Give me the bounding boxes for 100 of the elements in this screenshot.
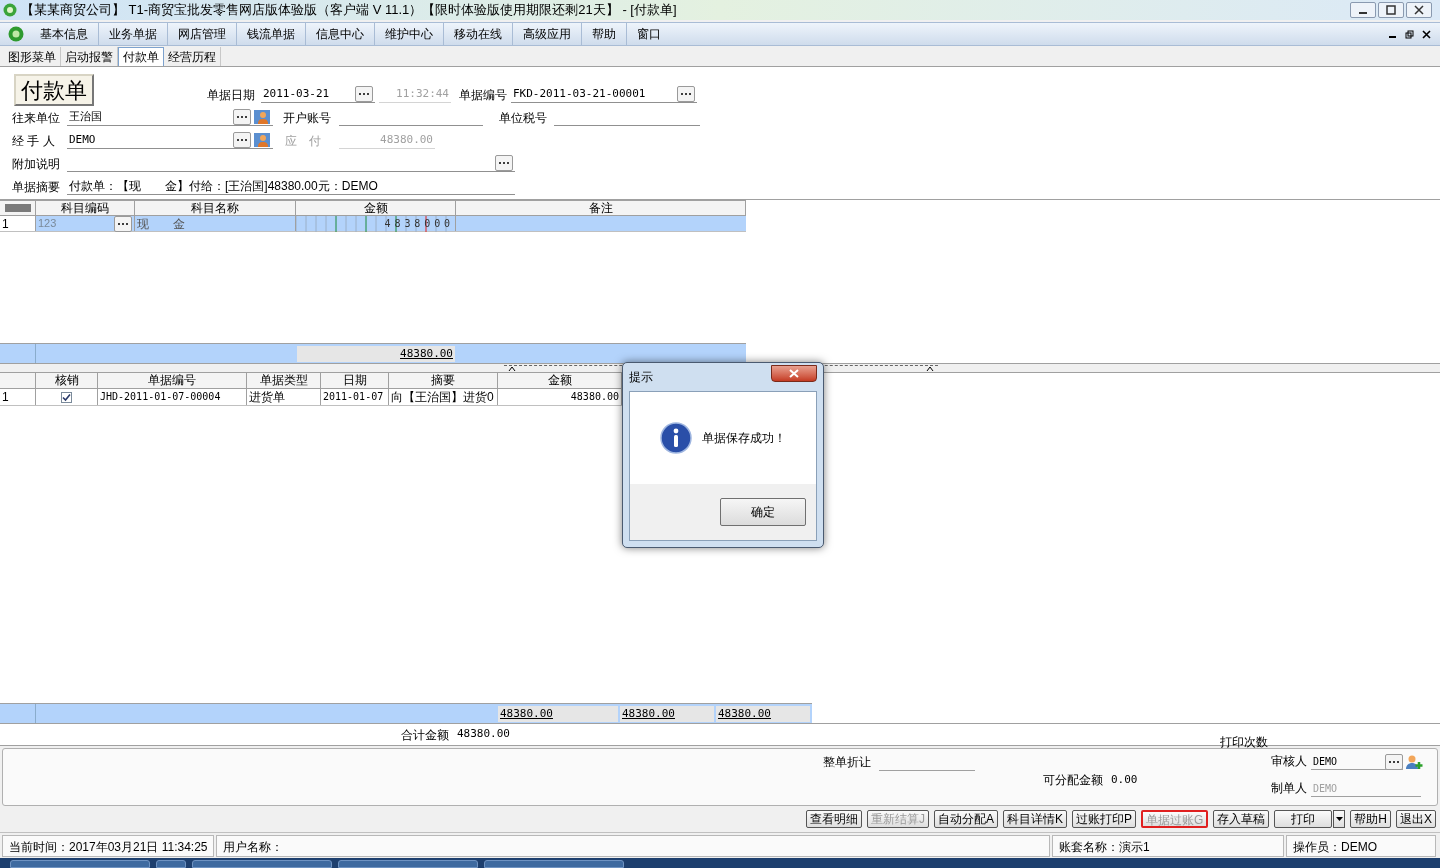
button[interactable]: 打印 <box>1274 810 1333 828</box>
app-icon <box>8 26 24 42</box>
tab[interactable]: 付款单 <box>118 47 164 66</box>
field-label: 可分配金额 <box>1043 772 1103 789</box>
button[interactable]: 查看明细 <box>805 810 862 828</box>
form-title: 付款单 <box>14 74 94 106</box>
input-field[interactable]: 王治国 <box>67 109 273 126</box>
maximize-icon <box>1386 5 1396 15</box>
button[interactable]: 帮助H <box>1350 810 1391 828</box>
summary-value: 48380.00 <box>457 726 510 743</box>
menu-item[interactable]: 信息中心 <box>305 22 374 46</box>
dialog-title: 提示 <box>629 369 653 386</box>
restore-button[interactable] <box>1404 28 1415 40</box>
app-icon <box>3 3 17 17</box>
info-icon <box>660 422 692 454</box>
field-label: 开户账号 <box>283 110 332 126</box>
ellipsis-button[interactable] <box>677 86 695 102</box>
summary-label: 合计金额 <box>401 726 449 744</box>
maximize-button[interactable] <box>1378 2 1404 18</box>
field-label: 附加说明 <box>12 156 61 172</box>
field-label: 单据摘要 <box>12 179 61 195</box>
column-header[interactable]: 单据编号 <box>98 373 247 388</box>
table-cell-text: 123 <box>38 216 57 232</box>
field-label: 单据日期 <box>207 87 256 103</box>
field-label: 应 付 <box>285 133 322 149</box>
close-button[interactable] <box>1406 2 1432 18</box>
caret-icon[interactable] <box>508 366 516 371</box>
input-field[interactable]: DEMO <box>67 132 273 149</box>
table-cell-text: 4838000 <box>384 217 455 231</box>
input-field[interactable]: 付款单：【现 金】付给：[王治国]48380.00元：DEMO <box>67 178 515 195</box>
minimize-button[interactable] <box>1350 2 1376 18</box>
table-row[interactable]: 1 123 现 金 4838000 <box>0 216 746 232</box>
close-icon <box>1422 29 1431 39</box>
caret-icon <box>1335 817 1343 821</box>
checkbox[interactable] <box>61 391 72 403</box>
ellipsis-button[interactable] <box>355 86 373 102</box>
input-field[interactable]: 2011-03-21 <box>261 86 375 103</box>
restore-icon <box>1405 29 1414 39</box>
ellipsis-button[interactable] <box>233 109 251 125</box>
status-text: 当前时间：2017年03月21日 11:34:25 <box>2 834 214 857</box>
dialog-message: 单据保存成功！ <box>702 430 786 447</box>
field-label: 单位税号 <box>499 110 548 126</box>
menu-item[interactable]: 窗口 <box>626 22 671 46</box>
minimize-icon <box>1359 12 1367 14</box>
input-field[interactable] <box>67 155 515 172</box>
caret-icon[interactable] <box>926 366 934 371</box>
dropdown-button[interactable] <box>1333 810 1346 828</box>
print-count-label: 打印次数 <box>1220 735 1268 749</box>
column-header[interactable]: 摘要 <box>389 373 498 388</box>
column-header[interactable]: 科目名称 <box>135 201 296 215</box>
ellipsis-button[interactable] <box>495 155 513 171</box>
ellipsis-icon <box>358 92 370 96</box>
menu-item[interactable]: 移动在线 <box>443 22 512 46</box>
table-cell: 进货单 <box>247 389 321 405</box>
button[interactable]: 退出X <box>1396 810 1436 828</box>
window-title: 【某某商贸公司】 T1-商贸宝批发零售网店版体验版（客户端 V 11.1）【限时体验版使用期限还剩21天】 - [付款单] <box>21 1 677 20</box>
input-field[interactable]: FKD-2011-03-21-00001 <box>511 86 697 103</box>
ellipsis-icon <box>498 161 510 165</box>
menu-item[interactable]: 基本信息 <box>30 22 98 46</box>
status-text: 用户名称： <box>216 834 1050 857</box>
field-label: 往来单位 <box>12 110 61 126</box>
field-label: 制单人 <box>1271 780 1308 797</box>
button[interactable]: 过账打印P <box>1071 810 1136 828</box>
menu-item[interactable]: 维护中心 <box>374 22 443 46</box>
row-number: 1 <box>0 216 36 231</box>
column-header[interactable]: 科目编码 <box>36 201 135 215</box>
ellipsis-icon <box>1388 759 1400 764</box>
ok-button[interactable]: 确定 <box>720 498 806 526</box>
table-cell: 2011-01-07 <box>321 389 389 405</box>
table-cell: 向【王治国】进货0 <box>389 389 498 405</box>
ellipsis-icon <box>680 92 692 96</box>
check-icon <box>62 392 71 402</box>
table-cell: JHD-2011-01-07-00004 <box>98 389 247 405</box>
menu-item[interactable]: 业务单据 <box>98 22 167 46</box>
menu-item[interactable]: 帮助 <box>581 22 626 46</box>
column-header[interactable]: 日期 <box>321 373 389 388</box>
menu-item[interactable]: 网店管理 <box>167 22 236 46</box>
add-user-icon[interactable] <box>1405 754 1423 770</box>
menu-item[interactable]: 高级应用 <box>512 22 581 46</box>
close-button[interactable] <box>771 364 817 382</box>
column-header[interactable]: 金额 <box>296 201 456 215</box>
total-cell: 48380.00 <box>716 705 810 722</box>
button[interactable]: 科目详情K <box>1002 810 1067 828</box>
column-header[interactable]: 备注 <box>456 201 746 215</box>
close-button[interactable] <box>1421 28 1432 40</box>
ellipsis-button[interactable] <box>233 132 251 148</box>
field-label: 经 手 人 <box>12 133 56 149</box>
status-text: 账套名称：演示1 <box>1052 834 1284 857</box>
ellipsis-icon <box>117 221 129 226</box>
column-header[interactable]: 单据类型 <box>247 373 321 388</box>
total-cell: 48380.00 <box>620 705 714 722</box>
column-header[interactable]: 核销 <box>36 373 98 388</box>
close-icon <box>1414 5 1424 15</box>
menu-item[interactable]: 钱流单据 <box>236 22 305 46</box>
ellipsis-button[interactable] <box>1385 753 1403 770</box>
close-icon <box>789 368 799 378</box>
button[interactable]: 自动分配A <box>933 810 998 828</box>
button[interactable]: 存入草稿 <box>1213 810 1270 828</box>
status-text: 操作员：DEMO <box>1286 834 1436 857</box>
input-field[interactable]: DEMO <box>1311 754 1403 770</box>
